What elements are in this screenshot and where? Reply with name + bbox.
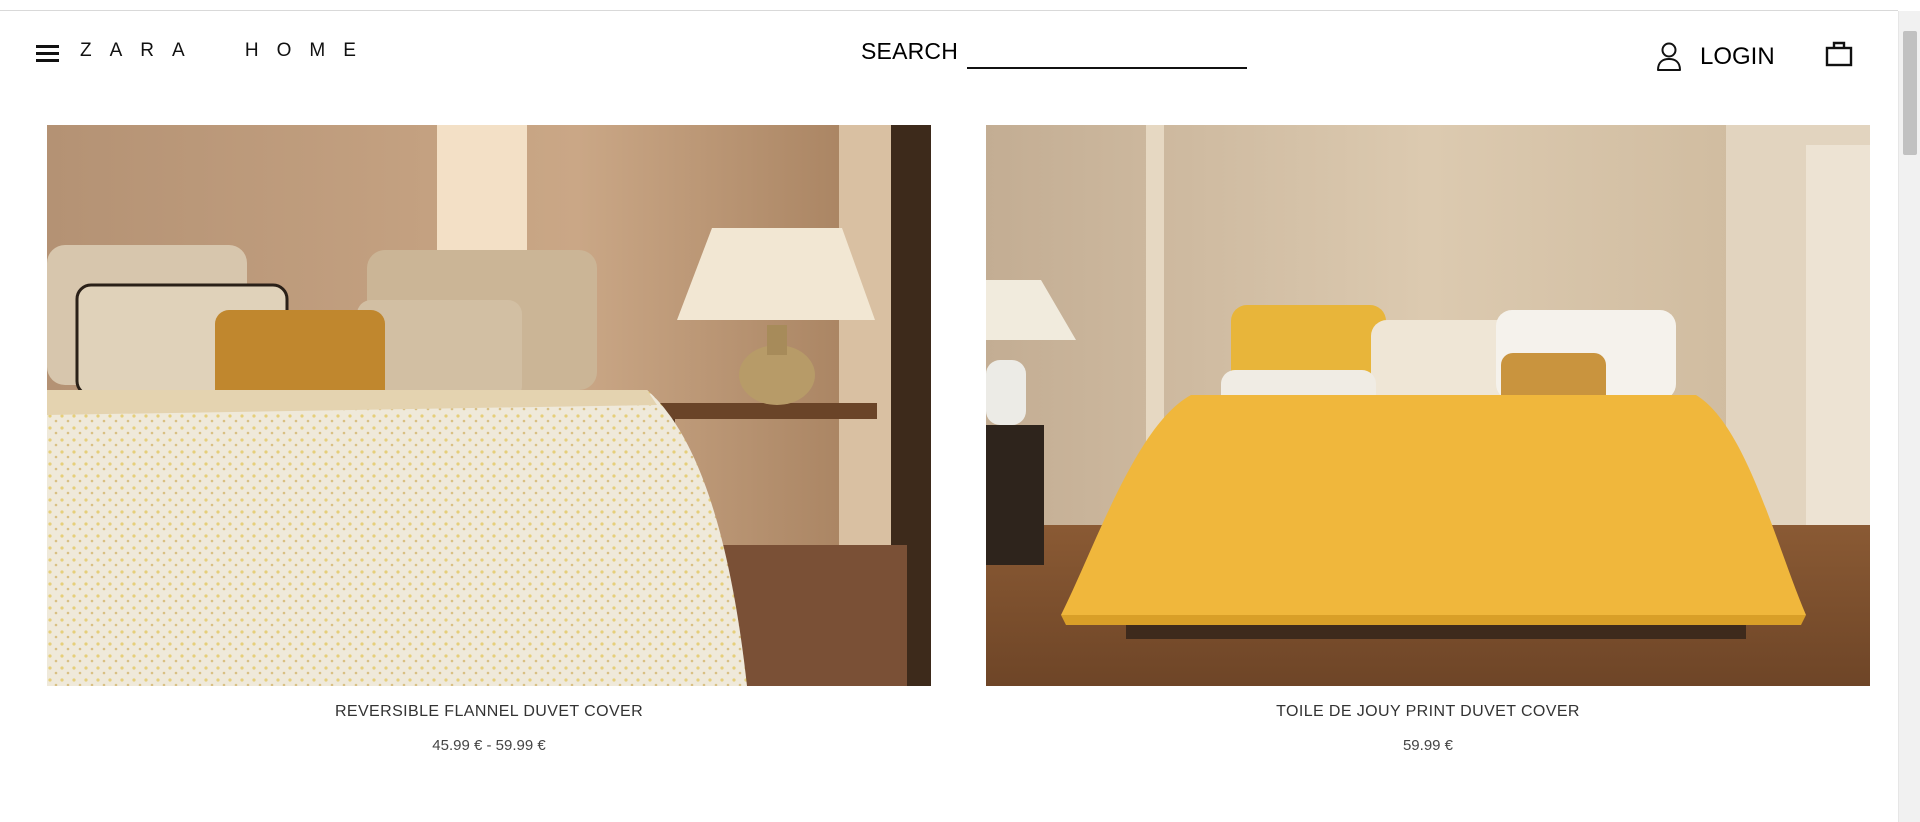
scrollbar-thumb[interactable]: [1903, 31, 1917, 155]
hamburger-menu-icon[interactable]: [36, 44, 60, 64]
search-label: SEARCH: [861, 38, 959, 64]
search-input[interactable]: [967, 37, 1247, 69]
product-image[interactable]: [47, 125, 931, 686]
product-name[interactable]: REVERSIBLE FLANNEL DUVET COVER: [47, 703, 931, 721]
site-header: ZARA HOME SEARCH LOGIN: [0, 11, 1898, 105]
product-name[interactable]: TOILE DE JOUY PRINT DUVET COVER: [986, 703, 1870, 721]
page-scrollbar[interactable]: [1898, 11, 1920, 822]
brand-logo[interactable]: ZARA HOME: [80, 40, 374, 62]
user-icon: [1657, 42, 1681, 71]
product-price: 59.99 €: [1402, 737, 1454, 754]
product-card: TOILE DE JOUY PRINT DUVET COVER 59.99 €: [986, 125, 1870, 754]
product-price: 45.99 € - 59.99 €: [432, 737, 546, 754]
product-image[interactable]: [986, 125, 1870, 686]
shopping-bag-icon[interactable]: [1824, 39, 1854, 69]
product-card: REVERSIBLE FLANNEL DUVET COVER 45.99 € -…: [47, 125, 931, 754]
login-label: LOGIN: [1700, 43, 1775, 70]
